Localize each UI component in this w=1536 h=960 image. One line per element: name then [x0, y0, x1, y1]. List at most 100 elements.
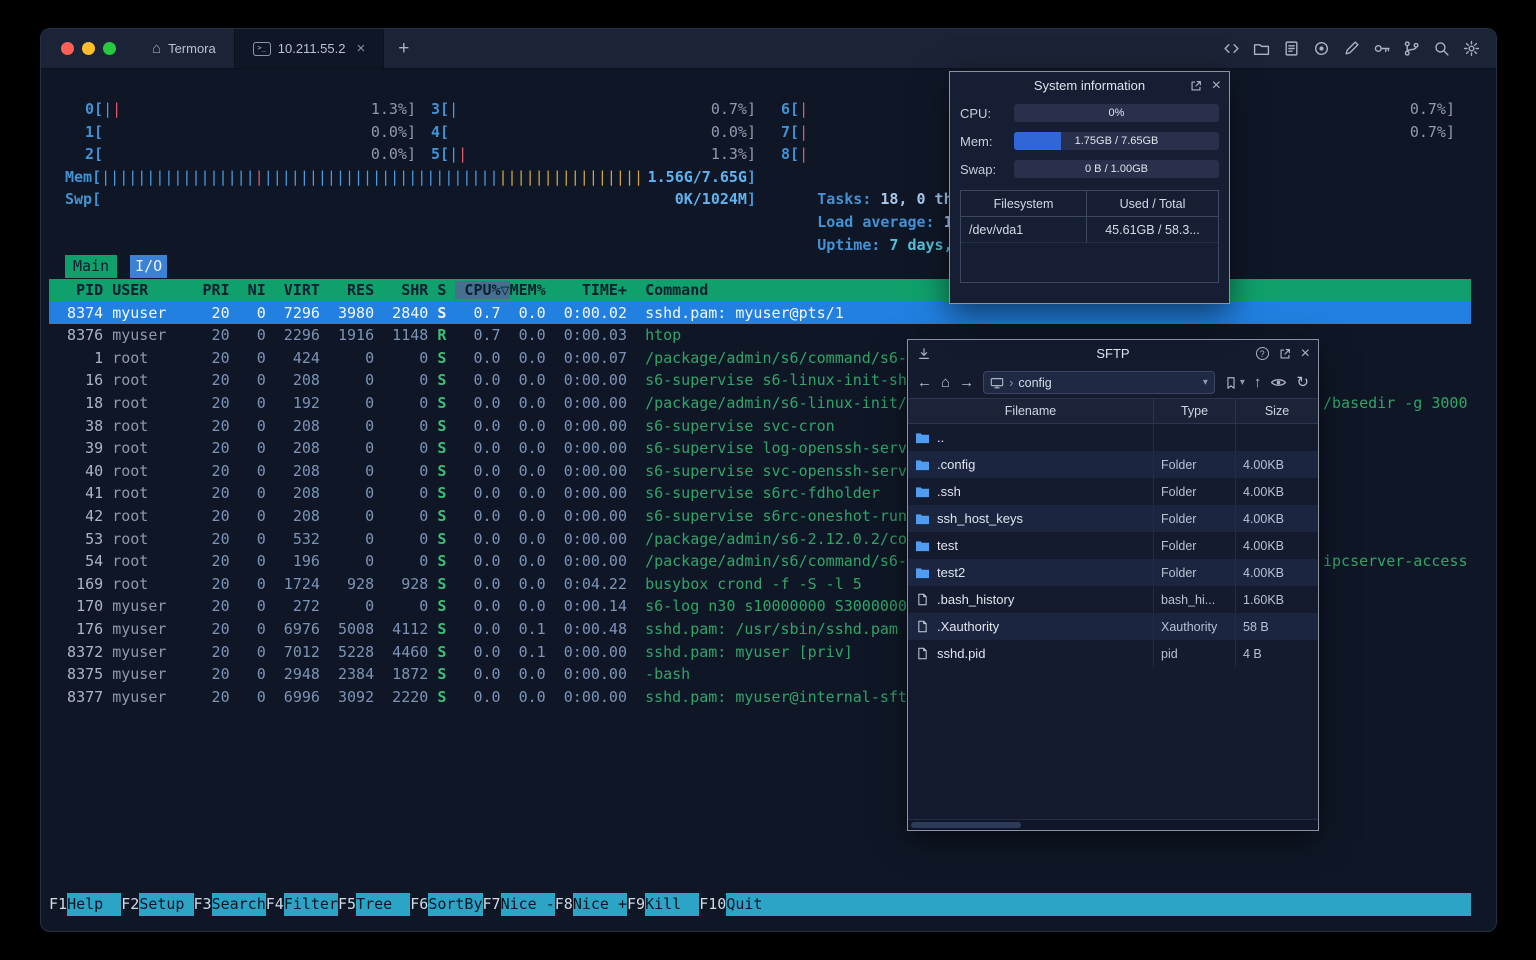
back-button[interactable]: ← [917, 375, 932, 390]
branch-icon[interactable] [1403, 40, 1420, 57]
close-window-button[interactable] [61, 42, 74, 55]
fnkey-F6[interactable]: F6 [410, 893, 428, 916]
cell-pri: 20 [202, 574, 230, 593]
file-row-.bash_history[interactable]: .bash_history bash_hi... 1.60KB [908, 586, 1318, 613]
fnkey-label-F1[interactable]: Help [67, 893, 122, 916]
bookmark-icon [1224, 376, 1238, 390]
fnkey-F8[interactable]: F8 [555, 893, 573, 916]
help-icon[interactable]: ? [1255, 347, 1269, 360]
col-header-mem[interactable]: MEM% [510, 281, 546, 299]
cpu-meter-label: 5[ [431, 145, 450, 164]
code-icon[interactable] [1223, 40, 1240, 57]
scrollbar-thumb[interactable] [911, 822, 1021, 828]
file-row-..[interactable]: .. [908, 424, 1318, 451]
open-in-window-icon[interactable] [1189, 79, 1203, 93]
home-icon: ⌂ [152, 40, 162, 57]
cell-shr: 928 [383, 574, 429, 593]
new-tab-button[interactable]: + [384, 29, 423, 68]
file-row-.Xauthority[interactable]: .Xauthority Xauthority 58 B [908, 613, 1318, 640]
fnkey-F10[interactable]: F10 [699, 893, 726, 916]
meter-tick: | [552, 167, 562, 186]
filesystem-row[interactable]: /dev/vda1 45.61GB / 58.3... [961, 217, 1218, 243]
home-button[interactable]: ⌂ [941, 375, 950, 390]
fnkey-label-F3[interactable]: Search [211, 893, 266, 916]
refresh-button[interactable]: ↻ [1296, 375, 1309, 390]
close-tab-icon[interactable]: × [356, 40, 365, 57]
col-header-type[interactable]: Type [1154, 399, 1236, 423]
zoom-window-button[interactable] [103, 42, 116, 55]
file-row-test[interactable]: test Folder 4.00KB [908, 532, 1318, 559]
minimize-window-button[interactable] [82, 42, 95, 55]
record-icon[interactable] [1313, 40, 1330, 57]
meter-tick: | [525, 167, 535, 186]
fnkey-label-F9[interactable]: Kill [645, 893, 700, 916]
open-in-window-icon[interactable] [1278, 347, 1292, 361]
col-header-size[interactable]: Size [1236, 399, 1318, 423]
fnkey-label-F7[interactable]: Nice - [500, 893, 555, 916]
show-hidden-files-icon[interactable] [1270, 374, 1287, 391]
col-header-res[interactable]: RES [329, 281, 374, 299]
fnkey-F3[interactable]: F3 [194, 893, 212, 916]
chevron-down-icon[interactable]: ▾ [1203, 377, 1208, 388]
download-icon[interactable] [917, 347, 931, 361]
file-type: bash_hi... [1154, 586, 1236, 613]
tab-ssh-session[interactable]: >_ 10.211.55.2 × [233, 29, 385, 68]
fnkey-F1[interactable]: F1 [49, 893, 67, 916]
bookmarks-button[interactable]: ▾ [1224, 376, 1245, 390]
col-header-shr[interactable]: SHR [383, 281, 428, 299]
fnkey-F9[interactable]: F9 [627, 893, 645, 916]
pencil-icon[interactable] [1343, 40, 1360, 57]
meter-tick: | [588, 167, 598, 186]
forward-button[interactable]: → [959, 375, 974, 390]
close-panel-icon[interactable]: × [1301, 345, 1310, 362]
fnkey-label-F10[interactable]: Quit [726, 893, 781, 916]
document-icon[interactable] [1283, 40, 1300, 57]
gear-icon[interactable] [1463, 40, 1480, 57]
col-header-time[interactable]: TIME+ [555, 281, 627, 299]
path-breadcrumb[interactable]: › config ▾ [983, 371, 1215, 394]
col-header-pri[interactable]: PRI [203, 281, 230, 299]
cell-cpu: 0.0 [455, 439, 501, 458]
cpu-meter-value: 0.7%] [1409, 100, 1455, 118]
file-row-.config[interactable]: .config Folder 4.00KB [908, 451, 1318, 478]
file-name: .config [937, 457, 976, 472]
col-header-virt[interactable]: VIRT [275, 281, 320, 299]
col-header-filename[interactable]: Filename [908, 399, 1154, 423]
fnkey-label-F8[interactable]: Nice + [572, 893, 627, 916]
fnkey-F7[interactable]: F7 [483, 893, 501, 916]
file-row-sshd.pid[interactable]: sshd.pid pid 4 B [908, 640, 1318, 667]
col-header-command[interactable]: Command [645, 281, 708, 299]
cell-ni: 0 [238, 303, 266, 322]
fnkey-F2[interactable]: F2 [121, 893, 139, 916]
fnkey-label-F5[interactable]: Tree [356, 893, 411, 916]
fnkey-F5[interactable]: F5 [338, 893, 356, 916]
cell-user: root [112, 348, 203, 367]
file-row-ssh_host_keys[interactable]: ssh_host_keys Folder 4.00KB [908, 505, 1318, 532]
htop-tab-io[interactable]: I/O [130, 255, 168, 278]
col-header-ni[interactable]: NI [239, 281, 266, 299]
fnkey-label-F2[interactable]: Setup [139, 893, 194, 916]
fnkey-F4[interactable]: F4 [266, 893, 284, 916]
key-icon[interactable] [1373, 40, 1390, 57]
file-row-.ssh[interactable]: .ssh Folder 4.00KB [908, 478, 1318, 505]
parent-directory-button[interactable]: ↑ [1254, 375, 1262, 390]
folder-icon[interactable] [1253, 40, 1270, 57]
fnkey-label-F6[interactable]: SortBy [428, 893, 483, 916]
htop-tab-main[interactable]: Main [65, 255, 118, 278]
process-row[interactable]: 8374 myuser 20 0 7296 3980 2840 S 0.7 0.… [49, 301, 1471, 325]
cell-pid: 41 [49, 484, 104, 503]
horizontal-scrollbar[interactable] [908, 819, 1318, 830]
meter-tick: | [326, 167, 336, 186]
col-header-pid[interactable]: PID [49, 281, 103, 299]
col-header-user[interactable]: USER [112, 281, 202, 299]
close-panel-icon[interactable]: × [1212, 77, 1221, 94]
file-row-test2[interactable]: test2 Folder 4.00KB [908, 559, 1318, 586]
tab-termora-home[interactable]: ⌂ Termora [134, 29, 234, 68]
search-icon[interactable] [1433, 40, 1450, 57]
current-folder-label[interactable]: config [1018, 376, 1051, 390]
fnkey-label-F4[interactable]: Filter [283, 893, 338, 916]
col-header-cpu[interactable]: CPU%▽ [455, 281, 510, 299]
